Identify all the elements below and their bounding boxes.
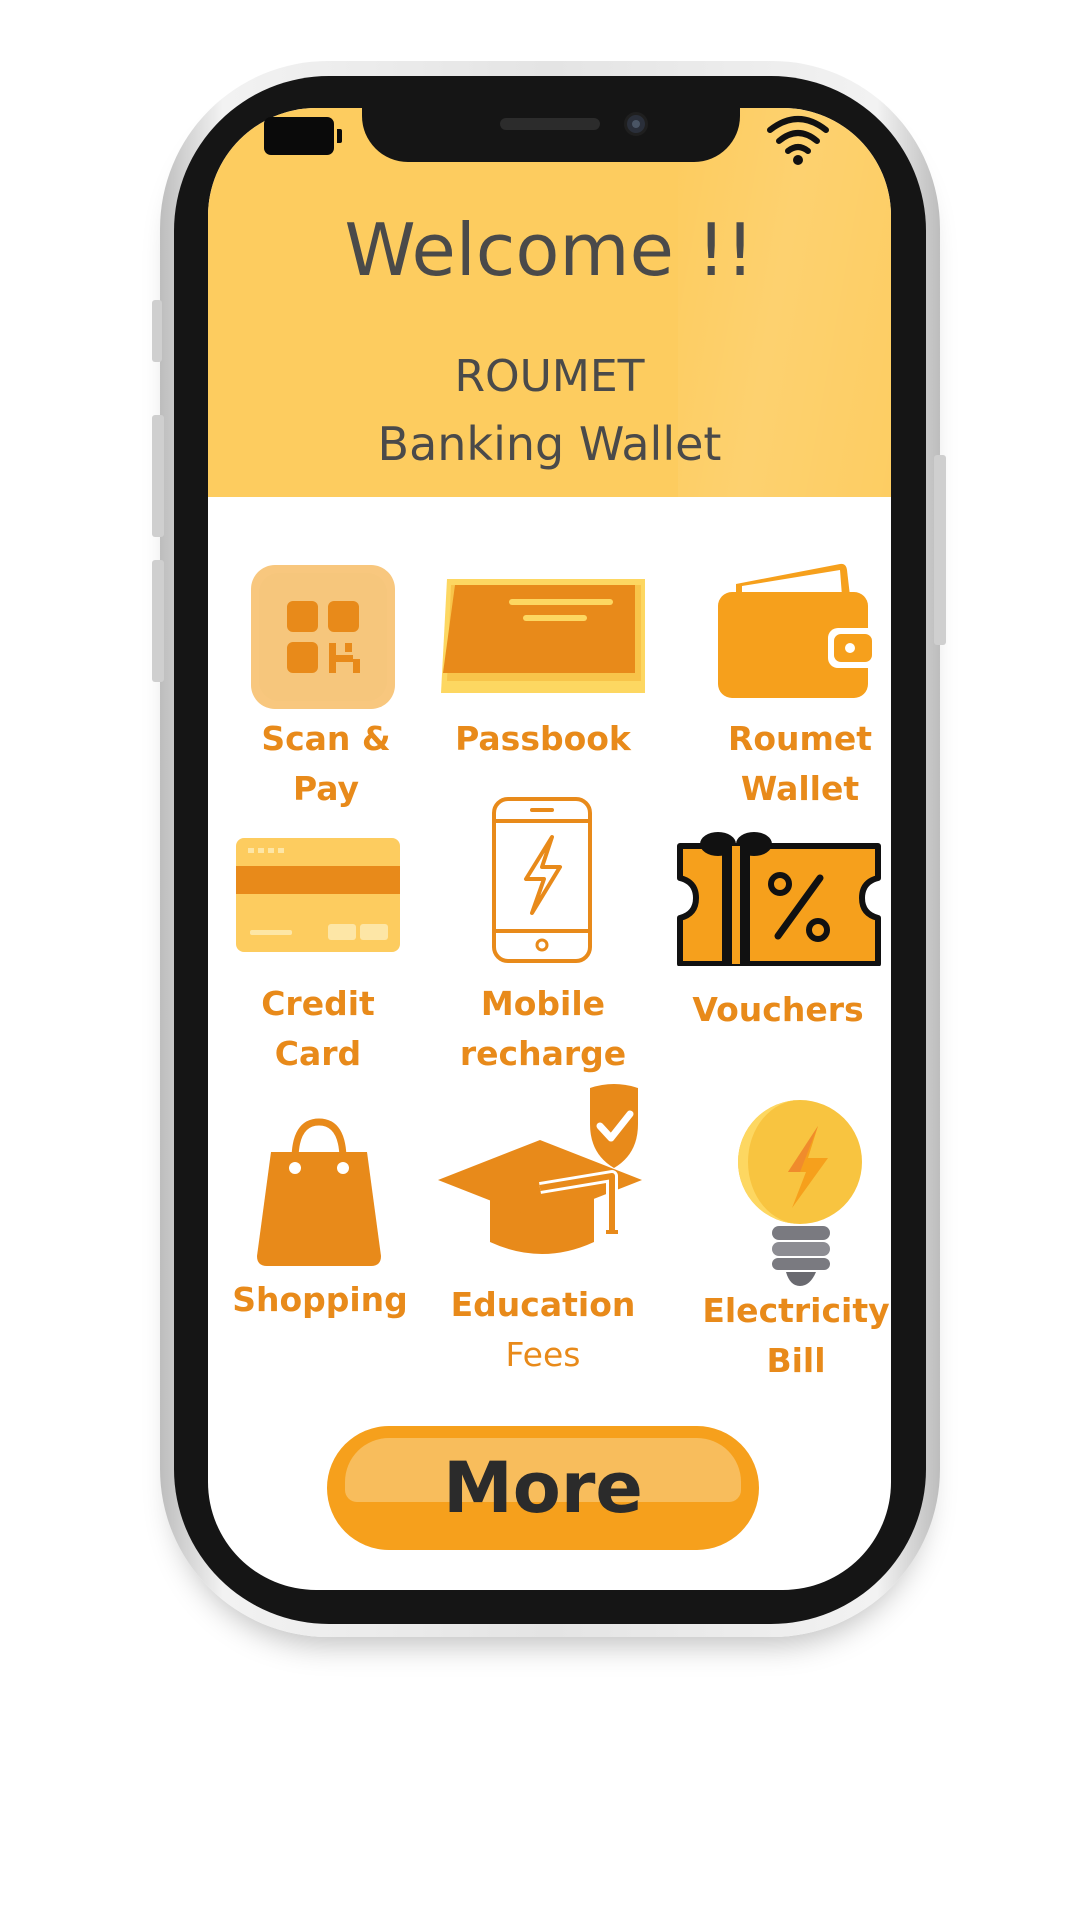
service-label: Vouchers bbox=[692, 990, 864, 1029]
voucher-icon bbox=[677, 832, 881, 966]
service-label: Education bbox=[450, 1285, 636, 1324]
qr-code-icon bbox=[251, 565, 395, 709]
light-bulb-icon bbox=[738, 1100, 862, 1286]
service-label: Passbook bbox=[455, 719, 631, 758]
credit-card-icon bbox=[236, 838, 400, 952]
power-button bbox=[934, 455, 946, 645]
wallet-icon bbox=[718, 563, 878, 698]
wifi-icon bbox=[767, 116, 829, 165]
service-label: Scan & bbox=[261, 719, 391, 758]
front-camera bbox=[624, 112, 648, 136]
shopping-bag-icon bbox=[257, 1118, 381, 1266]
volume-down-button bbox=[152, 560, 164, 682]
more-button[interactable]: More bbox=[327, 1426, 759, 1550]
battery-icon bbox=[264, 117, 342, 155]
service-label: recharge bbox=[459, 1034, 627, 1073]
service-label: Shopping bbox=[232, 1280, 408, 1319]
mobile-recharge-icon bbox=[492, 797, 592, 963]
service-label: Bill bbox=[766, 1341, 826, 1380]
service-label: Credit bbox=[261, 984, 375, 1023]
service-label: Mobile bbox=[480, 984, 606, 1023]
service-label: Wallet bbox=[740, 769, 860, 808]
graduation-cap-icon bbox=[438, 1084, 642, 1254]
volume-up-button bbox=[152, 415, 164, 537]
speaker bbox=[500, 118, 600, 130]
more-button-label: More bbox=[443, 1447, 643, 1529]
service-label: Card bbox=[274, 1034, 362, 1073]
service-label: Fees bbox=[505, 1335, 581, 1374]
service-label: Roumet bbox=[727, 719, 873, 758]
service-label: Pay bbox=[292, 769, 360, 808]
mute-switch bbox=[152, 300, 162, 362]
brand-name: ROUMET bbox=[454, 351, 645, 402]
welcome-title: Welcome !! bbox=[344, 208, 755, 292]
passbook-icon bbox=[441, 579, 645, 693]
app-mockup: Welcome !! ROUMET Banking Wallet Scan & … bbox=[0, 0, 1080, 1920]
app-subtitle: Banking Wallet bbox=[377, 417, 722, 471]
service-label: Electricity bbox=[702, 1291, 890, 1330]
